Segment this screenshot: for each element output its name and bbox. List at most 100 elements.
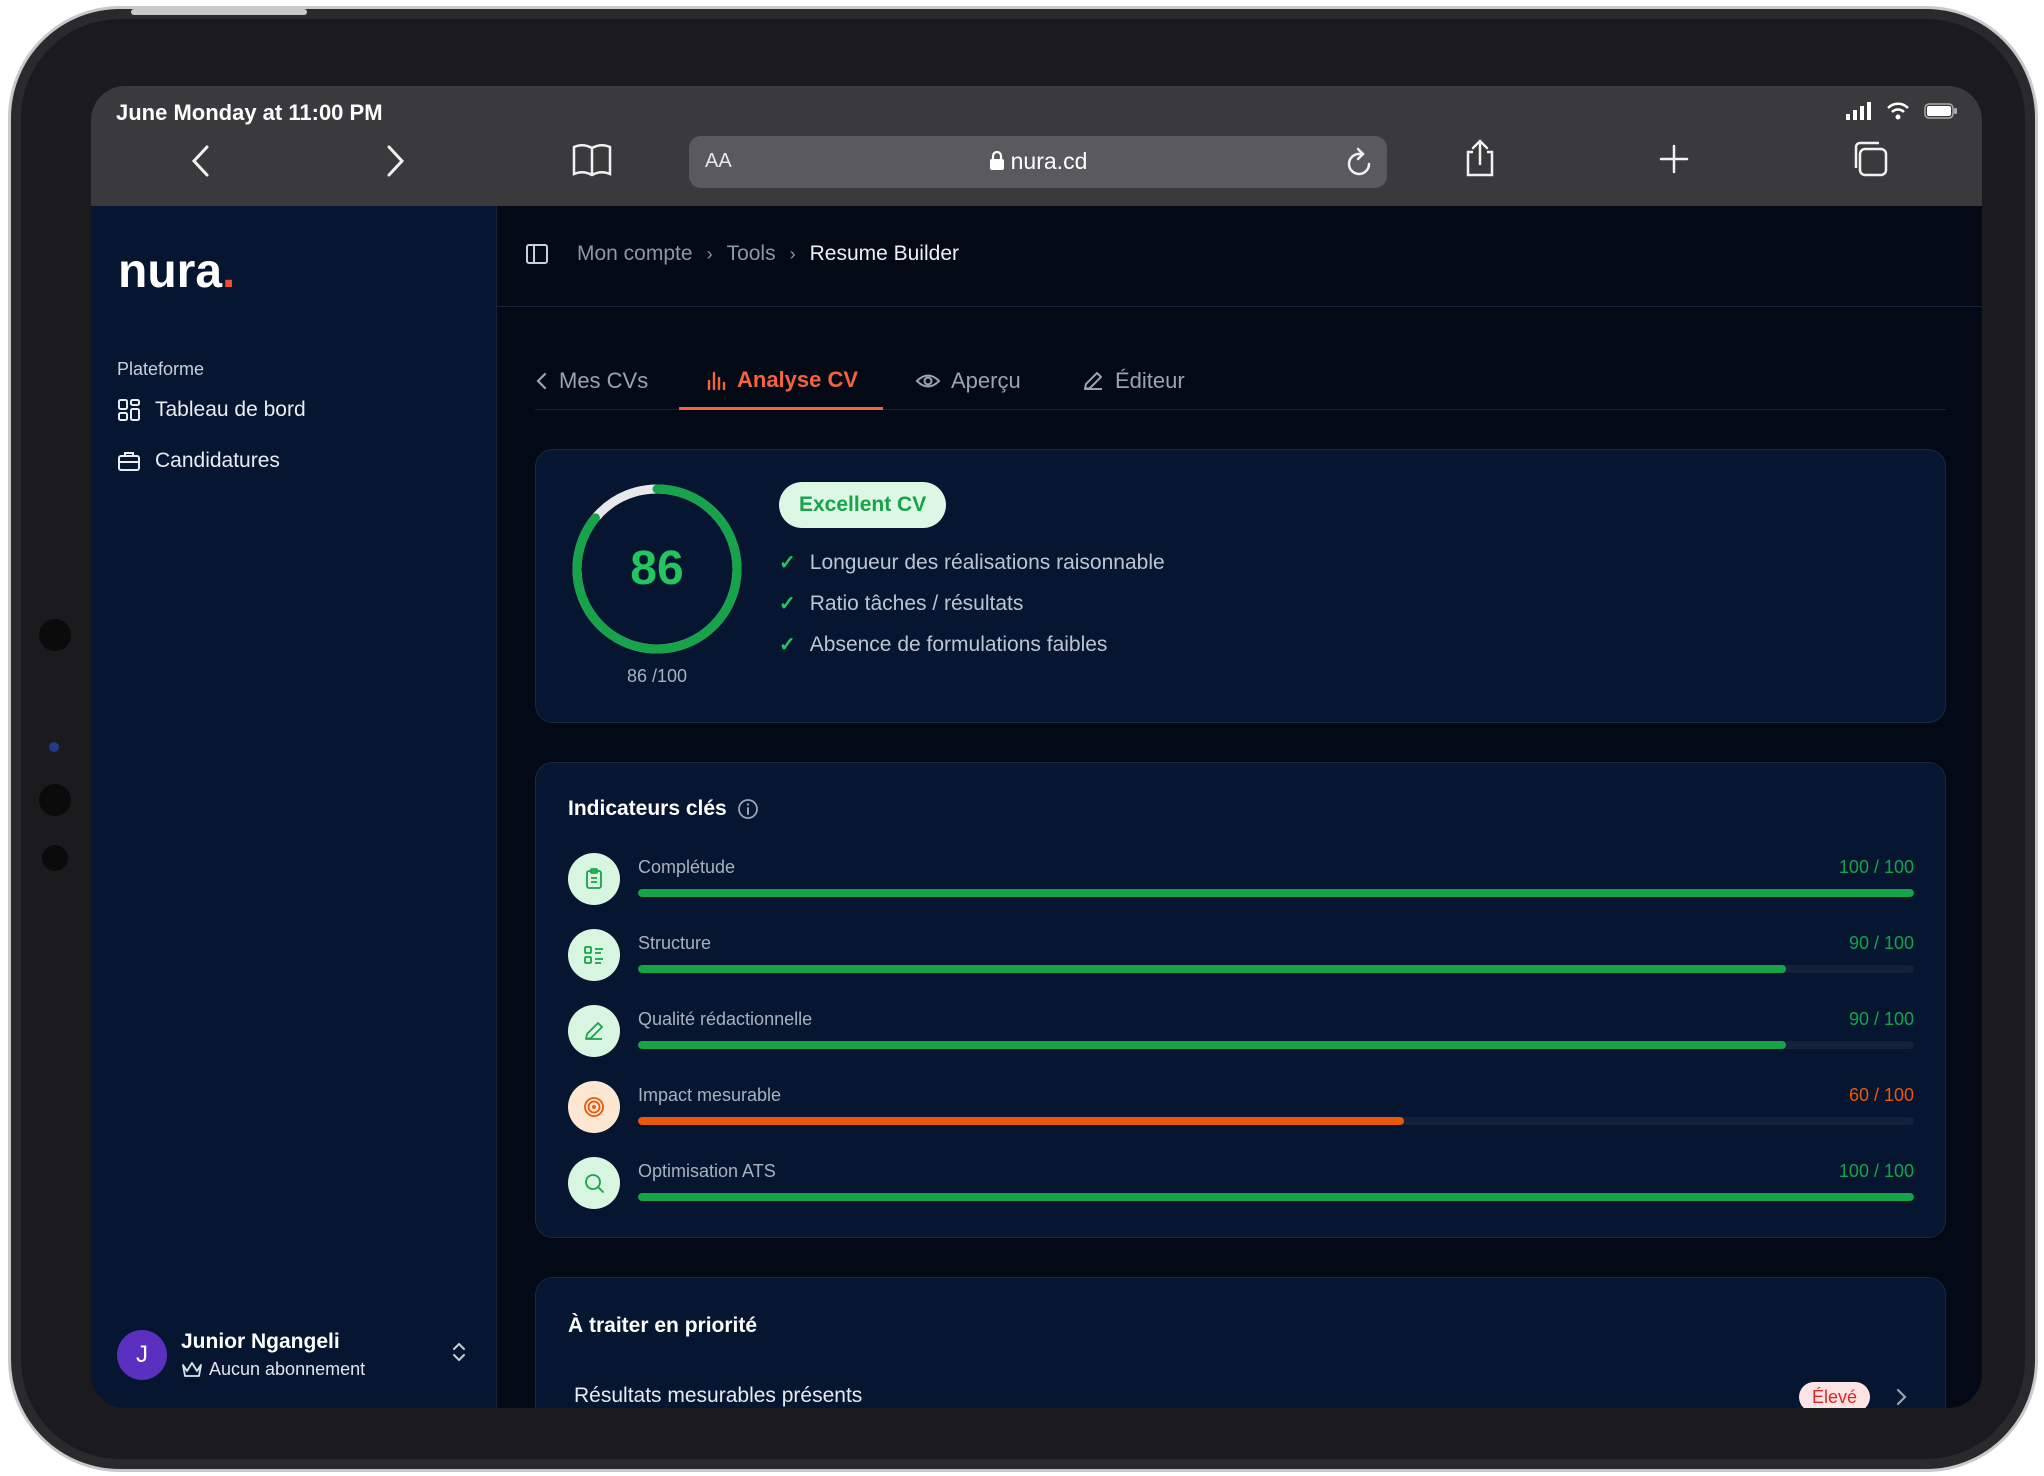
tab-editor[interactable]: Éditeur (1081, 352, 1185, 410)
check-icon: ✓ (779, 634, 796, 656)
user-plan: Aucun abonnement (181, 1359, 365, 1380)
sidebar-item-dashboard[interactable]: Tableau de bord (117, 398, 306, 422)
indicators-title: Indicateurs clés (568, 797, 759, 821)
indicator-value: 90 / 100 (1848, 1009, 1914, 1029)
info-icon[interactable] (737, 798, 759, 820)
progress-fill (638, 965, 1787, 973)
indicator-value: 60 / 100 (1848, 1085, 1914, 1105)
check-label: Longueur des réalisations raisonnable (809, 550, 1165, 574)
sidebar-item-applications[interactable]: Candidatures (117, 449, 280, 473)
sidebar: nura. Plateforme Tableau de bord Candida… (91, 206, 497, 1408)
user-plan-label: Aucun abonnement (209, 1359, 366, 1379)
top-bar: Mon compte › Tools › Resume Builder (497, 206, 1982, 307)
chevron-right-icon: › (706, 243, 713, 264)
signal-icon (1846, 102, 1871, 120)
pen-icon (568, 1005, 620, 1057)
indicator-label: Complétude (638, 857, 736, 877)
sidebar-item-label: Tableau de bord (155, 398, 306, 421)
progress-track (638, 889, 1914, 897)
reload-icon (1347, 147, 1371, 176)
search-icon (568, 1157, 620, 1209)
breadcrumb-item[interactable]: Mon compte (577, 242, 693, 266)
priority-item-label: Résultats mesurables présents (574, 1384, 863, 1407)
indicator-row: Optimisation ATS 100 / 100 (568, 1155, 1914, 1211)
address-bar[interactable]: AA nura.cd (689, 136, 1387, 188)
plus-icon (1659, 144, 1689, 174)
eye-icon (915, 374, 941, 388)
score-card: 86 86 /100 Excellent CV ✓ Longueur des r… (535, 449, 1946, 723)
tab-my-cvs[interactable]: Mes CVs (535, 352, 663, 410)
share-button[interactable] (1463, 138, 1497, 178)
check-icon: ✓ (779, 552, 796, 574)
hardware-button (207, 9, 307, 15)
priority-title: À traiter en priorité (568, 1314, 758, 1337)
status-time: June Monday at 11:00 PM (116, 100, 383, 125)
bookmarks-button[interactable] (571, 142, 613, 178)
progress-track (638, 965, 1914, 973)
url-text: nura.cd (689, 148, 1387, 175)
main-content: Mon compte › Tools › Resume Builder Mes … (497, 206, 1982, 1408)
user-menu[interactable]: J Junior Ngangeli Aucun abonnement (117, 1326, 477, 1382)
tab-label: Mes CVs (559, 368, 649, 393)
chevron-right-icon (1896, 1388, 1907, 1406)
breadcrumb: Mon compte › Tools › Resume Builder (525, 242, 959, 266)
progress-fill (638, 889, 1914, 897)
check-item: ✓ Absence de formulations faibles (779, 632, 1107, 657)
forward-button[interactable] (383, 144, 407, 178)
new-tab-button[interactable] (1659, 144, 1689, 174)
check-item: ✓ Ratio tâches / résultats (779, 591, 1023, 616)
indicator-row: Structure 90 / 100 (568, 927, 1914, 983)
indicators-title-label: Indicateurs clés (568, 797, 727, 820)
briefcase-icon (118, 452, 140, 471)
browser-toolbar: June Monday at 11:00 PM AA nura.cd (91, 86, 1982, 206)
tab-preview[interactable]: Aperçu (915, 352, 1021, 410)
back-button[interactable] (189, 144, 213, 178)
indicator-value: 90 / 100 (1848, 933, 1914, 953)
indicators-card: Indicateurs clés Complétude 100 / 100 Stru… (535, 762, 1946, 1238)
indicator-value: 100 / 100 (1838, 1161, 1914, 1181)
progress-fill (638, 1041, 1787, 1049)
share-icon (1466, 139, 1494, 177)
crown-icon (182, 1361, 202, 1377)
tab-analysis[interactable]: Analyse CV (679, 352, 883, 410)
user-name: Junior Ngangeli (181, 1330, 340, 1353)
sidebar-toggle-icon[interactable] (525, 242, 549, 266)
logo[interactable]: nura. (118, 244, 235, 299)
breadcrumb-current: Resume Builder (809, 242, 959, 265)
chevron-up-down-icon (453, 1342, 465, 1362)
indicator-row: Qualité rédactionnelle 90 / 100 (568, 1003, 1914, 1059)
reload-button[interactable] (1345, 146, 1375, 183)
chevron-left-icon (191, 145, 209, 177)
avatar: J (117, 1330, 167, 1380)
bar-chart-icon (707, 371, 726, 390)
progress-track (638, 1193, 1914, 1201)
user-switch-toggle[interactable] (451, 1340, 467, 1369)
url-label: nura.cd (1010, 148, 1088, 174)
score-value: 86 (630, 542, 683, 595)
screen: June Monday at 11:00 PM AA nura.cd nura.… (91, 86, 1982, 1408)
logo-dot: . (222, 245, 236, 298)
chevron-right-icon: › (789, 243, 796, 264)
severity-badge: Élevé (1798, 1382, 1870, 1408)
tab-bar: Mes CVs Analyse CV Aperçu Éditeur (535, 352, 1946, 410)
priority-item[interactable]: Résultats mesurables présents Élevé (574, 1382, 1914, 1408)
tabs-icon (1854, 141, 1888, 177)
status-icons (1846, 102, 1958, 120)
check-icon: ✓ (779, 593, 796, 615)
chevron-right-icon (387, 145, 405, 177)
indicator-label: Impact mesurable (638, 1085, 782, 1105)
status-badge: Excellent CV (779, 482, 947, 528)
camera-dot (49, 742, 59, 752)
check-label: Absence de formulations faibles (809, 632, 1108, 656)
progress-track (638, 1117, 1914, 1125)
clipboard-icon (568, 853, 620, 905)
breadcrumb-item[interactable]: Tools (727, 242, 776, 266)
wifi-icon (1887, 102, 1909, 120)
score-ring: 86 (572, 484, 742, 654)
indicator-label: Optimisation ATS (638, 1161, 776, 1181)
tablet-frame: June Monday at 11:00 PM AA nura.cd nura.… (8, 6, 2038, 1472)
progress-fill (638, 1193, 1914, 1201)
indicator-label: Qualité rédactionnelle (638, 1009, 813, 1029)
tabs-overview-button[interactable] (1851, 140, 1889, 178)
dashboard-grid-icon (118, 399, 140, 421)
